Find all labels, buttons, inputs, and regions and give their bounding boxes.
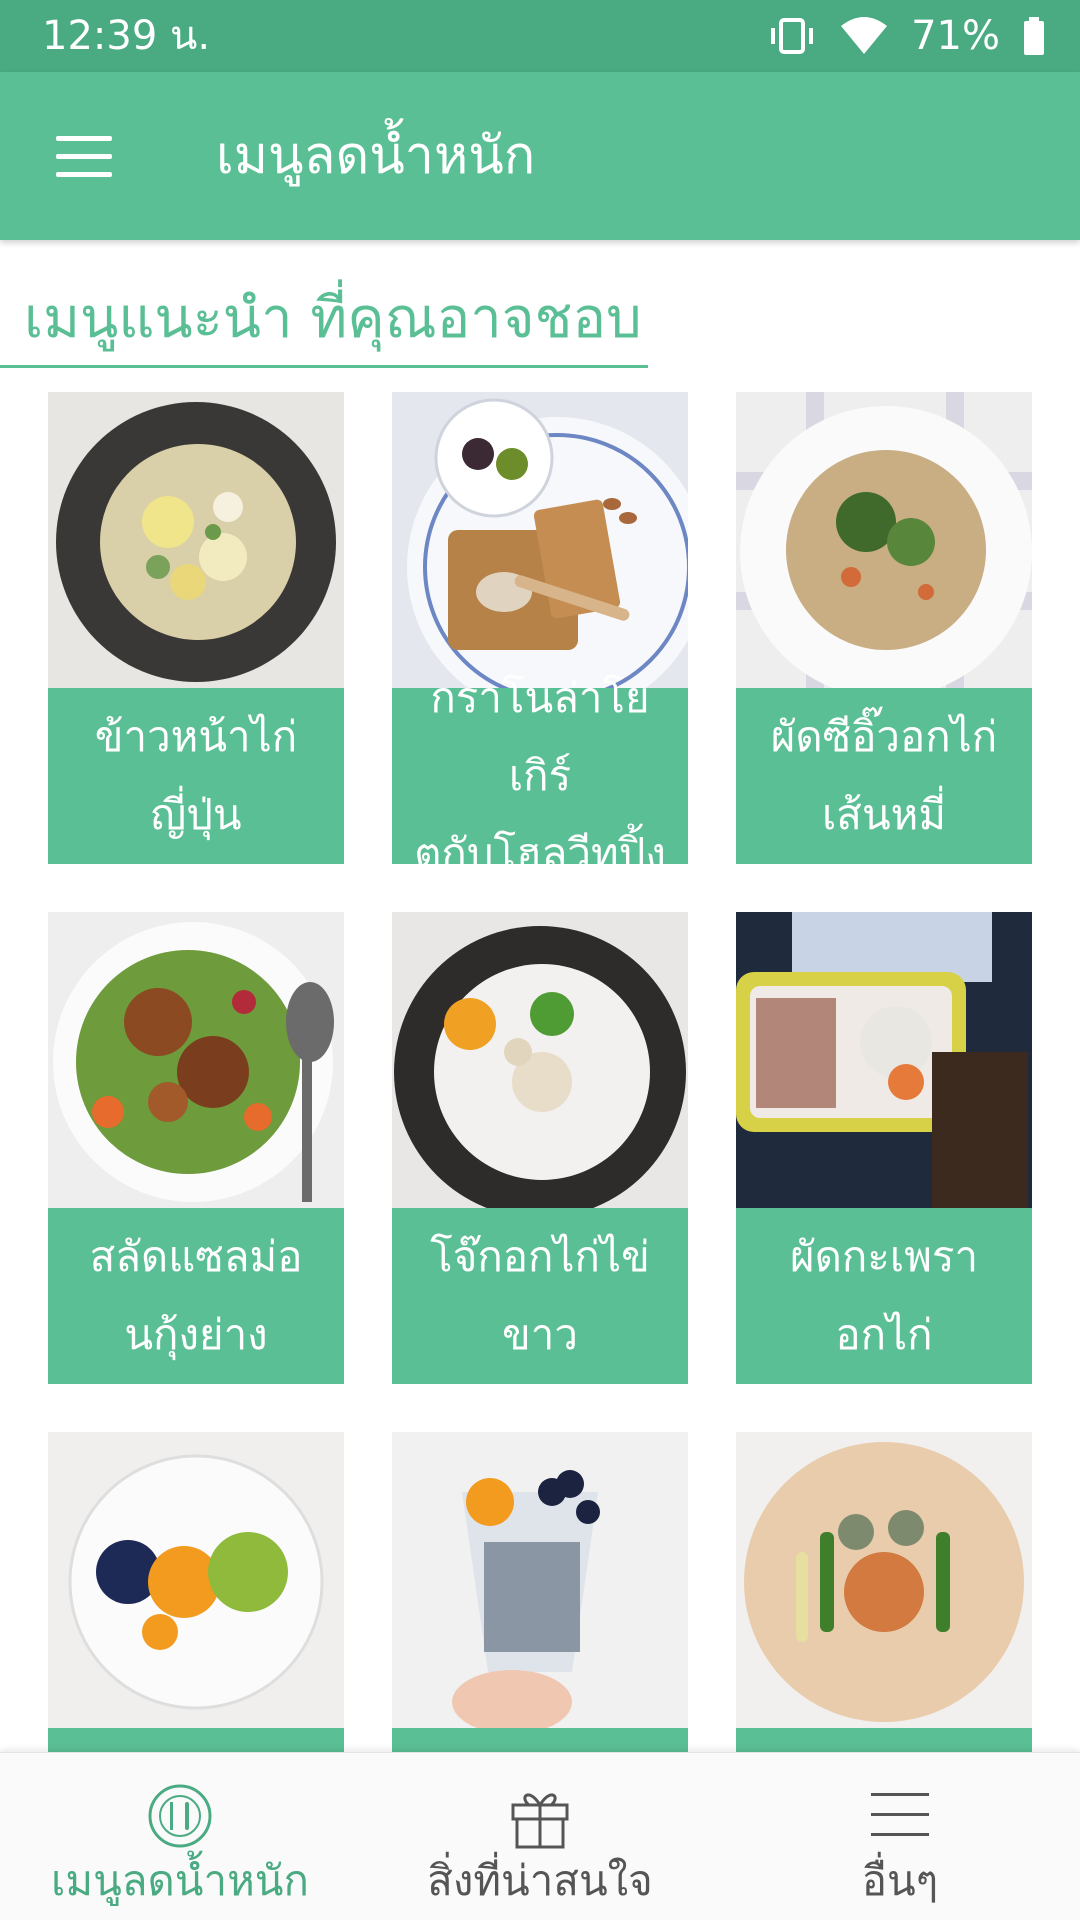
- menu-label: [392, 1728, 688, 1752]
- nav-tab-more[interactable]: อื่นๆ: [720, 1753, 1080, 1920]
- section-header: เมนูแนะนำ ที่คุณอาจชอบ: [0, 270, 648, 368]
- bottom-navigation: เมนูลดน้ำหนัก สิ่งที่น่าสนใจ อื่นๆ: [0, 1752, 1080, 1920]
- menu-card-salmon-shrimp-salad[interactable]: สลัดแซลม่อ นกุ้งย่าง: [48, 912, 344, 1384]
- menu-card-chia-pudding[interactable]: [392, 1432, 688, 1752]
- menu-lines-icon: [871, 1793, 929, 1836]
- menu-label: กราโนล่าโยเกิร์ ตกับโฮลวีทปิ้ง: [392, 673, 688, 878]
- menu-image: [736, 912, 1032, 1208]
- menu-grid: ข้าวหน้าไก่ ญี่ปุ่น กราโนล่าโยเกิร์ ตกับโฮ…: [48, 392, 1032, 1752]
- menu-image: [736, 1432, 1032, 1728]
- menu-label: สลัดแซลม่อ นกุ้งย่าง: [48, 1208, 344, 1384]
- menu-image: [392, 912, 688, 1208]
- menu-image: [48, 1432, 344, 1728]
- nav-tab-interesting[interactable]: สิ่งที่น่าสนใจ: [360, 1753, 720, 1920]
- nav-label: สิ่งที่น่าสนใจ: [427, 1856, 653, 1905]
- menu-label: ผัดกะเพรา อกไก่: [736, 1208, 1032, 1384]
- menu-card-stir-fried-noodle-chicken[interactable]: ผัดซีอิ๊วอกไก่ เส้นหมี่: [736, 392, 1032, 864]
- battery-icon: [1024, 17, 1044, 55]
- menu-image: [392, 1432, 688, 1728]
- menu-label: โจ๊กอกไก่ไข่ขาว: [392, 1208, 688, 1384]
- section-title: เมนูแนะนำ ที่คุณอาจชอบ: [24, 286, 642, 351]
- menu-card-fried-rice-plate[interactable]: [736, 1432, 1032, 1752]
- status-time: 12:39 น.: [42, 13, 211, 59]
- status-icons: 71%: [767, 10, 1046, 62]
- menu-label: [48, 1728, 344, 1752]
- menu-card-basil-chicken[interactable]: ผัดกะเพรา อกไก่: [736, 912, 1032, 1384]
- plate-cutlery-icon: [148, 1784, 212, 1848]
- menu-image: [736, 392, 1032, 688]
- menu-label: ข้าวหน้าไก่ ญี่ปุ่น: [48, 688, 344, 864]
- nav-label: เมนูลดน้ำหนัก: [51, 1856, 309, 1905]
- menu-image: [392, 392, 688, 688]
- menu-label: [736, 1728, 1032, 1752]
- menu-label: ผัดซีอิ๊วอกไก่ เส้นหมี่: [736, 688, 1032, 864]
- menu-card-granola-yogurt[interactable]: กราโนล่าโยเกิร์ ตกับโฮลวีทปิ้ง: [392, 392, 688, 878]
- menu-image: [48, 392, 344, 688]
- gift-icon: [511, 1793, 569, 1849]
- menu-image: [48, 912, 344, 1208]
- battery-percent: 71%: [911, 13, 1000, 59]
- menu-card-chicken-egg-white-porridge[interactable]: โจ๊กอกไก่ไข่ขาว: [392, 912, 688, 1384]
- vibrate-icon: [771, 18, 814, 54]
- nav-tab-weight-loss-menu[interactable]: เมนูลดน้ำหนัก: [0, 1753, 360, 1920]
- hamburger-menu-icon[interactable]: [40, 120, 128, 192]
- wifi-icon: [841, 17, 888, 54]
- nav-label: อื่นๆ: [861, 1856, 939, 1905]
- app-title: เมนูลดน้ำหนัก: [216, 126, 536, 186]
- menu-card-fruit-bowl[interactable]: [48, 1432, 344, 1752]
- status-bar: 12:39 น. 71%: [0, 0, 1080, 72]
- menu-card-japanese-chicken-rice[interactable]: ข้าวหน้าไก่ ญี่ปุ่น: [48, 392, 344, 864]
- app-bar: เมนูลดน้ำหนัก: [0, 72, 1080, 240]
